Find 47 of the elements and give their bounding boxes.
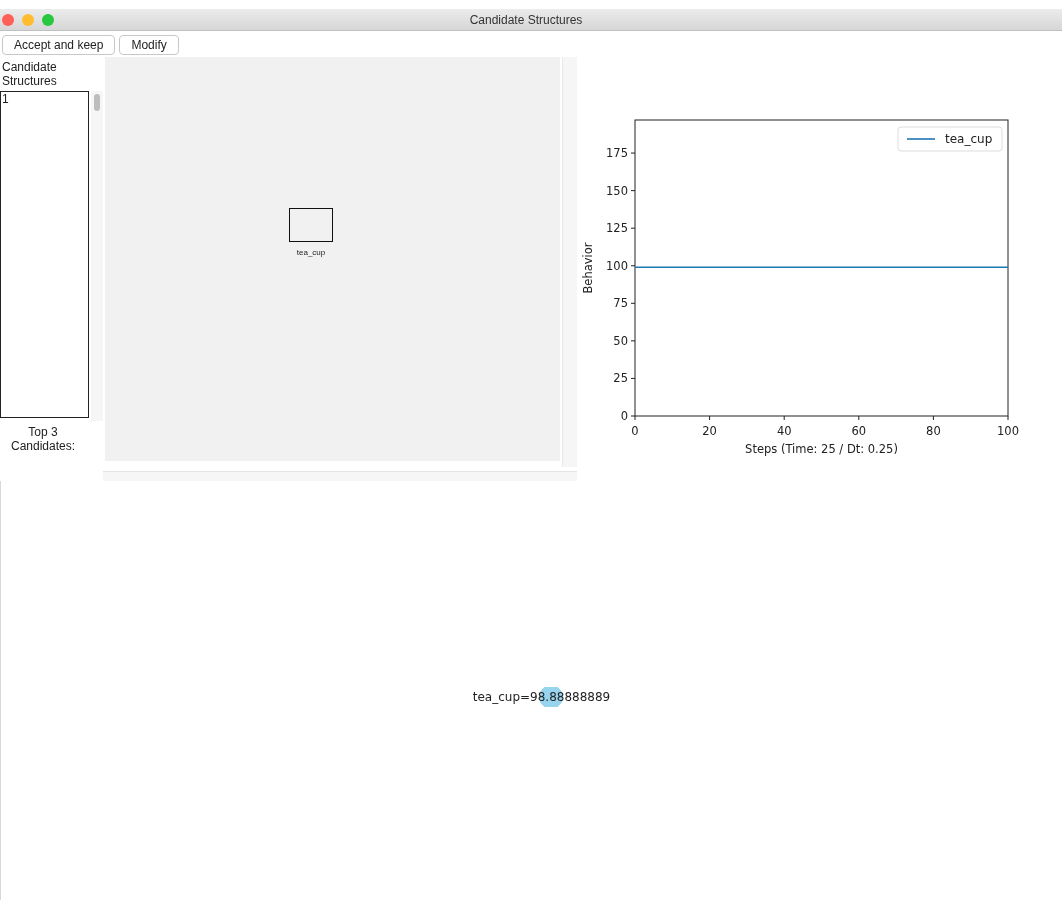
x-tick-label: 60: [851, 424, 867, 438]
toolbar-button[interactable]: Accept and keep: [2, 35, 116, 55]
y-tick: [630, 152, 636, 154]
y-tick-label: 125: [606, 221, 628, 236]
y-tick: [630, 190, 636, 192]
top-candidates-label: Top 3 Candidates:: [9, 424, 76, 453]
x-tick: [1007, 415, 1009, 421]
minimize-icon[interactable]: [22, 13, 34, 26]
x-tick-label: 100: [997, 424, 1019, 438]
y-axis-label: Behavior: [581, 242, 595, 294]
y-tick-label: 25: [613, 371, 628, 386]
y-tick-label: 0: [620, 409, 628, 423]
x-tick: [783, 415, 785, 421]
stock-node: [289, 208, 333, 242]
x-axis-label: Steps (Time: 25 / Dt: 0.25): [745, 442, 898, 456]
x-tick-label: 20: [702, 424, 717, 438]
y-tick-label: 175: [606, 146, 628, 161]
y-tick-label: 75: [613, 296, 628, 311]
x-tick: [932, 415, 934, 421]
candidate-list[interactable]: 1: [0, 91, 89, 418]
toolbar-button[interactable]: Modify: [119, 35, 179, 55]
y-tick-label: 50: [613, 333, 628, 348]
window-title: Candidate Structures: [469, 12, 583, 27]
graph-node: tea_cup=98.88888889: [472, 687, 611, 707]
scrollbar[interactable]: [91, 91, 103, 421]
y-tick: [630, 415, 636, 417]
legend-line-icon: [906, 138, 936, 140]
y-tick: [630, 265, 636, 267]
x-tick: [858, 415, 860, 421]
y-tick-label: 150: [606, 183, 628, 198]
list-item[interactable]: 1: [1, 92, 88, 106]
x-tick-label: 0: [631, 424, 639, 438]
y-tick: [630, 227, 636, 229]
x-tick-label: 80: [926, 424, 941, 438]
x-tick: [709, 415, 711, 421]
x-tick-label: 40: [776, 424, 792, 438]
list-label: Candidate Structures: [1, 59, 58, 90]
node-label: tea_cup: [295, 248, 327, 257]
legend-label: tea_cup: [945, 132, 993, 146]
x-tick: [634, 415, 636, 421]
scrollbar[interactable]: [103, 471, 577, 481]
y-tick: [630, 377, 636, 379]
y-tick: [630, 340, 636, 342]
zoom-icon[interactable]: [42, 13, 54, 26]
y-tick-label: 100: [606, 258, 628, 273]
close-icon[interactable]: [2, 13, 14, 26]
y-tick: [630, 302, 636, 304]
